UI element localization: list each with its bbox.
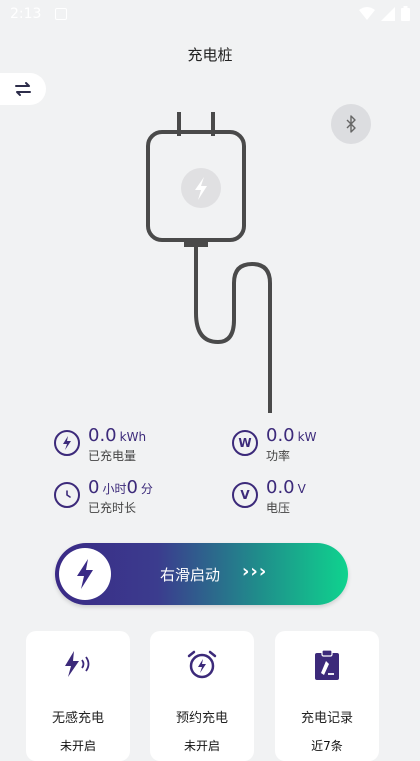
voltage-value: 0.0: [266, 477, 295, 498]
battery-icon: [401, 6, 410, 21]
alarm-clock-icon: [187, 650, 217, 679]
lightning-icon: [54, 430, 80, 456]
power-value: 0.0: [266, 425, 295, 446]
stat-voltage: V 0.0 V 电压: [232, 478, 306, 516]
lightning-icon: [77, 559, 93, 589]
notification-icon: [55, 8, 67, 20]
slide-to-start[interactable]: 右滑启动 ›››: [55, 543, 348, 605]
v-icon: V: [232, 482, 258, 508]
duration-hours: 0: [88, 477, 100, 498]
card-auto-charge[interactable]: 无感充电 未开启: [26, 631, 130, 761]
lightning-wave-icon: [65, 651, 90, 677]
stat-duration: 0 小时0 分 已充时长: [54, 478, 153, 516]
bluetooth-button[interactable]: [331, 104, 371, 144]
card-scheduled-charge[interactable]: 预约充电 未开启: [150, 631, 254, 761]
energy-value: 0.0: [88, 425, 117, 446]
status-bar: 2:13: [0, 0, 420, 28]
charger-plug-illustration: [146, 112, 272, 413]
slider-knob[interactable]: [59, 548, 111, 600]
card-title: 预约充电: [175, 711, 228, 726]
page-title: 充电桩: [187, 46, 233, 64]
bluetooth-icon: [346, 115, 356, 133]
status-icons: [359, 6, 410, 21]
power-unit: kW: [297, 430, 317, 444]
stat-energy: 0.0 kWh 已充电量: [54, 426, 146, 464]
duration-minutes-unit: 分: [140, 482, 153, 496]
card-charge-records[interactable]: 充电记录 近7条: [275, 631, 379, 761]
swap-icon: [15, 82, 31, 96]
stat-power: W 0.0 kW 功率: [232, 426, 316, 464]
energy-unit: kWh: [119, 430, 147, 444]
duration-hours-unit: 小时: [102, 482, 127, 496]
switch-charger-button[interactable]: [0, 73, 46, 105]
power-label: 功率: [266, 449, 291, 463]
status-time: 2:13: [10, 6, 42, 22]
clipboard-icon: [315, 649, 339, 680]
signal-icon: [381, 6, 395, 21]
energy-label: 已充电量: [88, 449, 137, 463]
slider-label: 右滑启动: [160, 566, 221, 584]
card-title: 无感充电: [51, 711, 104, 726]
voltage-unit: V: [297, 482, 306, 496]
w-icon: W: [232, 430, 258, 456]
slider-arrows-icon: ›››: [242, 561, 268, 582]
voltage-label: 电压: [266, 501, 291, 515]
card-title: 充电记录: [300, 711, 353, 726]
wifi-icon: [359, 6, 375, 20]
clock-icon: [54, 482, 80, 508]
duration-minutes: 0: [126, 477, 138, 498]
duration-label: 已充时长: [88, 501, 137, 515]
